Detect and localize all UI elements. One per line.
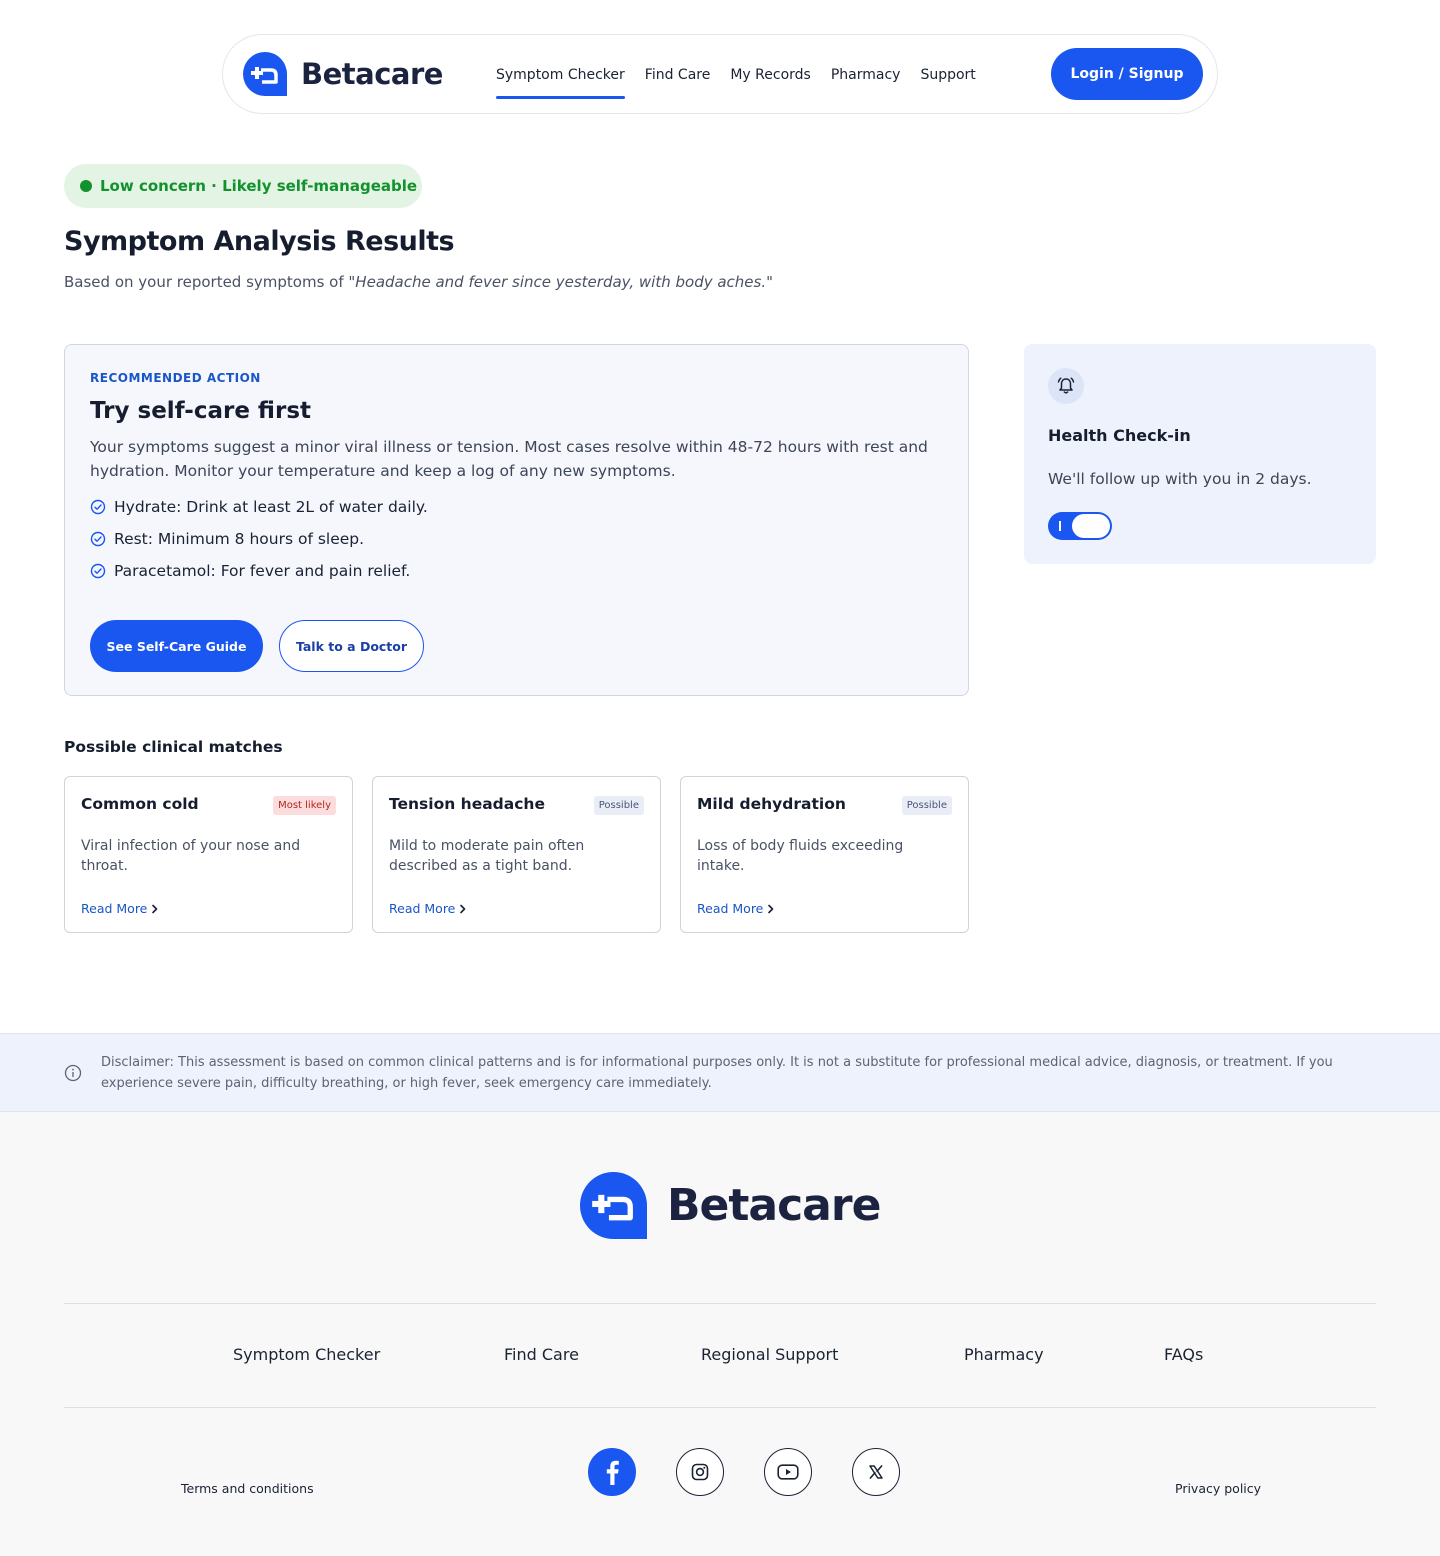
step-text: Rest: Minimum 8 hours of sleep. — [114, 530, 365, 548]
match-card-mild-dehydration: Mild dehydration Possible Loss of body f… — [680, 776, 969, 933]
health-checkin-card: Health Check-in We'll follow up with you… — [1024, 344, 1376, 564]
recommended-action-eyebrow: RECOMMENDED ACTION — [90, 371, 261, 385]
check-circle-icon — [90, 563, 106, 579]
footer-divider — [64, 1303, 1376, 1304]
list-item: Hydrate: Drink at least 2L of water dail… — [90, 491, 428, 523]
concern-badge-label: Low concern · Likely self-manageable — [100, 177, 418, 195]
footer-link-pharmacy[interactable]: Pharmacy — [964, 1345, 1044, 1364]
toggle-on-mark — [1059, 521, 1061, 531]
nav-link-find-care[interactable]: Find Care — [645, 35, 711, 115]
read-more-label: Read More — [81, 901, 148, 916]
nav-link-my-records[interactable]: My Records — [730, 35, 810, 115]
read-more-label: Read More — [389, 901, 456, 916]
recommended-action-card: RECOMMENDED ACTION Try self-care first Y… — [64, 344, 969, 696]
match-card-common-cold: Common cold Most likely Viral infection … — [64, 776, 353, 933]
main-nav: Symptom Checker Find Care My Records Pha… — [496, 35, 996, 115]
match-description: Mild to moderate pain often described as… — [389, 838, 585, 874]
nav-link-symptom-checker[interactable]: Symptom Checker — [496, 35, 625, 115]
disclaimer-banner: Disclaimer: This assessment is based on … — [0, 1033, 1440, 1112]
checkin-title: Health Check-in — [1048, 426, 1191, 445]
check-circle-icon — [90, 499, 106, 515]
likelihood-badge: Most likely — [273, 796, 336, 815]
privacy-policy-link[interactable]: Privacy policy — [1175, 1481, 1261, 1496]
brand-logo[interactable]: Betacare — [243, 52, 443, 96]
check-circle-icon — [90, 531, 106, 547]
recommendation-title: Try self-care first — [90, 398, 312, 424]
site-footer: Betacare Symptom Checker Find Care Regio… — [0, 1112, 1440, 1556]
likelihood-badge: Possible — [901, 796, 952, 815]
bell-icon-wrap — [1048, 368, 1084, 404]
list-item: Rest: Minimum 8 hours of sleep. — [90, 523, 428, 555]
x-twitter-link[interactable] — [852, 1448, 900, 1496]
youtube-link[interactable] — [764, 1448, 812, 1496]
betacare-logo-icon — [580, 1172, 647, 1239]
match-description: Viral infection of your nose and throat. — [81, 838, 301, 874]
nav-link-pharmacy[interactable]: Pharmacy — [831, 35, 901, 115]
match-card-tension-headache: Tension headache Possible Mild to modera… — [372, 776, 661, 933]
instagram-link[interactable] — [676, 1448, 724, 1496]
toggle-knob — [1072, 514, 1110, 538]
reported-symptoms-quote: "Headache and fever since yesterday, wit… — [348, 273, 774, 291]
footer-divider — [64, 1407, 1376, 1408]
footer-link-regional-support[interactable]: Regional Support — [701, 1345, 838, 1364]
chevron-right-icon — [460, 904, 466, 913]
recommendation-description: Your symptoms suggest a minor viral illn… — [90, 438, 928, 480]
chevron-right-icon — [152, 904, 158, 913]
brand-name: Betacare — [301, 57, 443, 91]
talk-to-doctor-button[interactable]: Talk to a Doctor — [279, 620, 424, 672]
betacare-logo-icon — [243, 52, 287, 96]
nav-link-support[interactable]: Support — [920, 35, 975, 115]
login-signup-button[interactable]: Login / Signup — [1051, 48, 1203, 100]
match-name: Mild dehydration — [697, 795, 846, 813]
youtube-icon — [777, 1464, 799, 1480]
footer-brand-name: Betacare — [667, 1180, 881, 1231]
alarm-bell-icon — [1057, 377, 1075, 394]
top-navbar: Betacare Symptom Checker Find Care My Re… — [222, 34, 1218, 114]
info-icon — [64, 1064, 82, 1082]
match-name: Common cold — [81, 795, 199, 813]
step-text: Paracetamol: For fever and pain relief. — [114, 562, 411, 580]
read-more-label: Read More — [697, 901, 764, 916]
instagram-icon — [691, 1463, 709, 1481]
facebook-icon — [606, 1460, 619, 1485]
subtitle-prefix: Based on your reported symptoms of — [64, 273, 349, 291]
self-care-steps: Hydrate: Drink at least 2L of water dail… — [90, 491, 428, 587]
concern-badge: Low concern · Likely self-manageable — [64, 164, 422, 208]
page-title: Symptom Analysis Results — [64, 226, 455, 257]
checkin-text: We'll follow up with you in 2 days. — [1048, 470, 1312, 488]
see-self-care-guide-button[interactable]: See Self-Care Guide — [90, 620, 263, 672]
terms-link[interactable]: Terms and conditions — [181, 1481, 314, 1496]
footer-link-faqs[interactable]: FAQs — [1164, 1345, 1203, 1364]
footer-link-symptom-checker[interactable]: Symptom Checker — [233, 1345, 380, 1364]
clinical-matches-title: Possible clinical matches — [64, 738, 283, 756]
read-more-link[interactable]: Read More — [389, 901, 467, 916]
page-subtitle: Based on your reported symptoms of "Head… — [64, 273, 773, 291]
footer-brand-logo[interactable]: Betacare — [580, 1172, 881, 1239]
step-text: Hydrate: Drink at least 2L of water dail… — [114, 498, 428, 516]
chevron-right-icon — [768, 904, 774, 913]
disclaimer-text: Disclaimer: This assessment is based on … — [101, 1055, 1333, 1091]
x-icon — [869, 1465, 883, 1479]
list-item: Paracetamol: For fever and pain relief. — [90, 555, 428, 587]
likelihood-badge: Possible — [593, 796, 644, 815]
match-name: Tension headache — [389, 795, 545, 813]
facebook-link[interactable] — [588, 1448, 636, 1496]
checkin-toggle[interactable] — [1048, 512, 1112, 540]
read-more-link[interactable]: Read More — [81, 901, 159, 916]
status-dot-icon — [80, 180, 92, 192]
read-more-link[interactable]: Read More — [697, 901, 775, 916]
footer-link-find-care[interactable]: Find Care — [504, 1345, 579, 1364]
match-description: Loss of body fluids exceeding intake. — [697, 838, 904, 874]
